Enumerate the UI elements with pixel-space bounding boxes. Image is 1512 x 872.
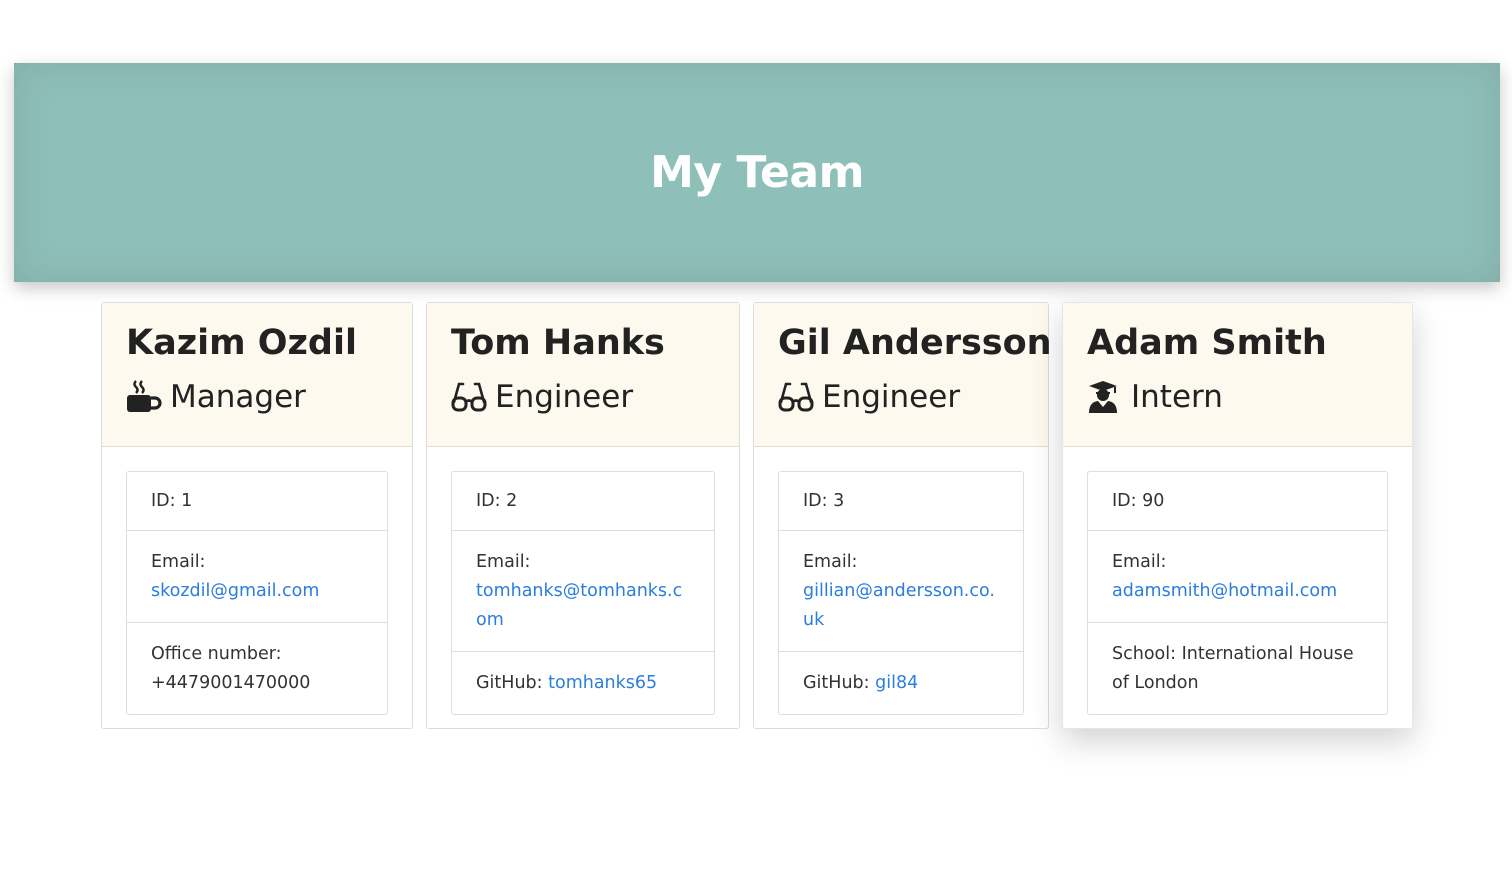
email-link[interactable]: skozdil@gmail.com	[151, 581, 319, 601]
employee-card-engineer: Tom Hanks Engineer ID: 2 Email: tomhanks…	[426, 302, 740, 729]
github-link[interactable]: tomhanks65	[548, 673, 657, 693]
github-item: GitHub: tomhanks65	[452, 651, 714, 714]
employee-role: Intern	[1087, 377, 1388, 417]
glasses-icon	[778, 380, 816, 414]
role-label: Engineer	[495, 379, 634, 415]
github-label: GitHub:	[803, 673, 870, 693]
details-list: ID: 2 Email: tomhanks@tomhanks.com GitHu…	[451, 471, 715, 715]
id-item: ID: 2	[476, 491, 518, 511]
employee-card-manager: Kazim Ozdil Manager ID: 1 Email: skozdil…	[101, 302, 413, 729]
card-header: Adam Smith Intern	[1063, 303, 1412, 447]
employee-role: Engineer	[778, 377, 1024, 417]
email-label: Email:	[151, 552, 206, 572]
card-header: Tom Hanks Engineer	[427, 303, 739, 447]
employee-role: Manager	[126, 377, 388, 417]
role-label: Engineer	[822, 379, 961, 415]
github-link[interactable]: gil84	[875, 673, 918, 693]
email-item: Email: skozdil@gmail.com	[127, 530, 387, 622]
employee-card-engineer: Gil Andersson Engineer ID: 3 Email: gill…	[753, 302, 1052, 729]
email-item: Email: tomhanks@tomhanks.com	[452, 530, 714, 651]
email-label: Email:	[803, 552, 858, 572]
details-list: ID: 3 Email: gillian@andersson.co.uk Git…	[778, 471, 1024, 715]
role-label: Manager	[170, 379, 306, 415]
employee-name: Kazim Ozdil	[126, 323, 357, 363]
github-item: GitHub: gil84	[779, 651, 1023, 714]
page-header-banner: My Team	[14, 63, 1500, 282]
office-number-item: Office number: +4479001470000	[127, 622, 387, 714]
email-link[interactable]: gillian@andersson.co.uk	[803, 581, 995, 630]
details-list: ID: 1 Email: skozdil@gmail.com Office nu…	[126, 471, 388, 715]
email-item: Email: gillian@andersson.co.uk	[779, 530, 1023, 651]
email-item: Email: adamsmith@hotmail.com	[1088, 530, 1387, 622]
card-header: Gil Andersson Engineer	[754, 303, 1052, 447]
id-item: ID: 3	[803, 491, 845, 511]
role-label: Intern	[1131, 379, 1223, 415]
email-label: Email:	[476, 552, 531, 572]
details-list: ID: 90 Email: adamsmith@hotmail.com Scho…	[1087, 471, 1388, 715]
employee-name: Gil Andersson	[778, 323, 1052, 363]
employee-card-intern: Adam Smith Intern ID: 90 Email: adamsmit…	[1062, 302, 1413, 729]
glasses-icon	[451, 380, 489, 414]
employee-name: Tom Hanks	[451, 323, 665, 363]
employee-role: Engineer	[451, 377, 715, 417]
employee-name: Adam Smith	[1087, 323, 1327, 363]
school-item: School: International House of London	[1088, 622, 1387, 714]
office-number-label: Office number:	[151, 644, 282, 664]
email-link[interactable]: tomhanks@tomhanks.com	[476, 581, 682, 630]
school-label: School:	[1112, 644, 1176, 664]
id-item: ID: 90	[1112, 491, 1165, 511]
mug-icon	[126, 380, 164, 414]
card-header: Kazim Ozdil Manager	[102, 303, 412, 447]
email-label: Email:	[1112, 552, 1167, 572]
id-item: ID: 1	[151, 491, 193, 511]
email-link[interactable]: adamsmith@hotmail.com	[1112, 581, 1337, 601]
github-label: GitHub:	[476, 673, 543, 693]
office-number-value: +4479001470000	[151, 673, 311, 693]
graduate-icon	[1087, 380, 1125, 414]
page-title: My Team	[650, 147, 864, 198]
